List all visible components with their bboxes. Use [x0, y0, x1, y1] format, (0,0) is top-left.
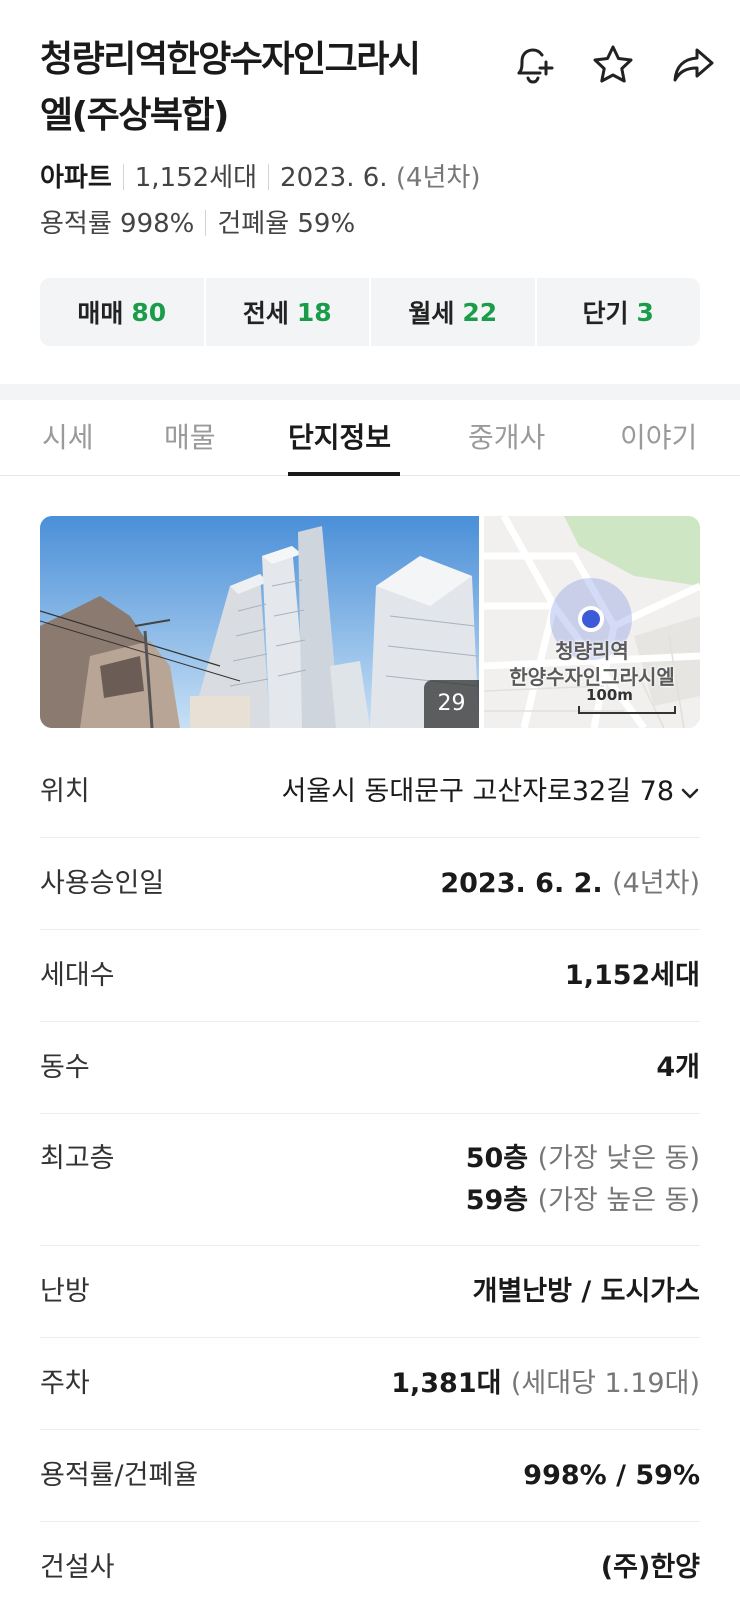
- floor-note: (가장 낮은 동): [537, 1143, 700, 1174]
- info-row-approval-date: 사용승인일 2023. 6. 2. (4년차): [40, 838, 700, 930]
- info-label: 위치: [40, 776, 90, 807]
- highest-building-floors: 59층 (가장 높은 동): [466, 1180, 700, 1222]
- bell-plus-icon[interactable]: [506, 38, 560, 92]
- tab-stories[interactable]: 이야기: [620, 400, 697, 476]
- building-type: 아파트: [40, 163, 112, 193]
- chevron-down-icon: [681, 788, 699, 798]
- header: 청량리역한양수자인그라시 엘(주상복합): [40, 32, 720, 142]
- info-label: 동수: [40, 1052, 90, 1083]
- completion-date: 2023. 6.: [280, 163, 388, 193]
- deal-count: 80: [131, 297, 167, 327]
- deal-label: 월세: [408, 299, 455, 328]
- deal-counts: 매매 80 전세 18 월세 22 단기 3: [40, 278, 700, 346]
- title-line-2: 엘(주상복합): [40, 95, 230, 136]
- tab-price[interactable]: 시세: [42, 400, 94, 476]
- info-row-ratio: 용적률/건폐율 998% / 59%: [40, 1430, 700, 1522]
- deal-count: 3: [636, 297, 654, 327]
- floor-count: 59층: [465, 1185, 529, 1216]
- deal-monthly-button[interactable]: 월세 22: [369, 278, 535, 346]
- approval-date: 2023. 6. 2.: [440, 868, 603, 899]
- info-row-location[interactable]: 위치 서울시 동대문구 고산자로32길 78: [40, 746, 700, 838]
- tab-complex-info[interactable]: 단지정보: [288, 400, 391, 476]
- active-tab-indicator: [288, 472, 400, 476]
- deal-label: 단기: [582, 299, 629, 328]
- star-icon[interactable]: [586, 38, 640, 92]
- section-divider: [0, 384, 740, 400]
- media-gallery: 29 청량리역 한양수자인그라시엘 100m: [40, 516, 700, 728]
- approval-age: (4년차): [612, 868, 700, 899]
- info-value: 1,152세대: [564, 960, 700, 991]
- deal-label: 전세: [242, 299, 289, 328]
- deal-label: 매매: [77, 299, 124, 328]
- summary-line-1: 아파트 1,152세대 2023. 6. (4년차): [40, 158, 481, 198]
- household-count: 1,152세대: [134, 163, 258, 193]
- info-label: 난방: [40, 1276, 90, 1307]
- title-line-1: 청량리역한양수자인그라시: [40, 39, 421, 80]
- info-row-heating: 난방 개별난방 / 도시가스: [40, 1246, 700, 1338]
- page-title: 청량리역한양수자인그라시 엘(주상복합): [40, 32, 480, 144]
- info-label: 최고층: [40, 1143, 115, 1174]
- address-text: 서울시 동대문구 고산자로32길 78: [281, 776, 674, 807]
- info-value: 998% / 59%: [523, 1460, 700, 1491]
- deal-short-term-button[interactable]: 단기 3: [534, 278, 701, 346]
- lowest-building-floors: 50층 (가장 낮은 동): [466, 1138, 700, 1180]
- deal-jeonse-button[interactable]: 전세 18: [203, 278, 370, 346]
- info-label: 건설사: [40, 1552, 115, 1583]
- info-label: 주차: [40, 1368, 90, 1399]
- share-icon[interactable]: [666, 38, 720, 92]
- location-map[interactable]: 청량리역 한양수자인그라시엘 100m: [483, 516, 700, 728]
- info-label: 사용승인일: [40, 868, 165, 899]
- floor-count: 50층: [465, 1143, 529, 1174]
- parking-per-household: (세대당 1.19대): [510, 1368, 700, 1399]
- photo-count-badge: 29: [424, 680, 479, 728]
- info-row-buildings: 동수 4개: [40, 1022, 700, 1114]
- tab-agents[interactable]: 중개사: [468, 400, 545, 476]
- building-age: (4년차): [395, 163, 481, 193]
- map-label-line-1: 청량리역: [555, 639, 629, 663]
- header-actions: [506, 38, 720, 92]
- info-row-floors: 최고층 50층 (가장 낮은 동) 59층 (가장 높은 동): [40, 1114, 700, 1246]
- floor-area-ratio: 용적률 998%: [40, 209, 195, 239]
- info-value: 50층 (가장 낮은 동) 59층 (가장 높은 동): [466, 1138, 700, 1222]
- info-value: (주)한양: [600, 1552, 700, 1583]
- floor-note: (가장 높은 동): [537, 1185, 700, 1216]
- complex-photo[interactable]: 29: [40, 516, 479, 728]
- info-label: 세대수: [40, 960, 115, 991]
- parking-count: 1,381대: [391, 1368, 502, 1399]
- map-scale-bar: [578, 706, 676, 714]
- tab-bar: 시세 매물 단지정보 중개사 이야기: [0, 400, 740, 476]
- info-row-parking: 주차 1,381대 (세대당 1.19대): [40, 1338, 700, 1430]
- info-label: 용적률/건폐율: [40, 1460, 199, 1491]
- info-value: 2023. 6. 2. (4년차): [440, 838, 700, 930]
- address-value: 서울시 동대문구 고산자로32길 78: [281, 746, 700, 838]
- building-coverage-ratio: 건폐율 59%: [217, 209, 356, 239]
- info-value: 1,381대 (세대당 1.19대): [391, 1338, 700, 1430]
- info-value: 개별난방 / 도시가스: [472, 1276, 700, 1307]
- deal-sale-button[interactable]: 매매 80: [40, 278, 204, 346]
- info-row-builder: 건설사 (주)한양: [40, 1522, 700, 1611]
- info-row-households: 세대수 1,152세대: [40, 930, 700, 1022]
- deal-count: 18: [296, 297, 332, 327]
- tab-listings[interactable]: 매물: [164, 400, 216, 476]
- complex-info-list: 위치 서울시 동대문구 고산자로32길 78 사용승인일 2023. 6. 2.…: [40, 746, 700, 1611]
- deal-count: 22: [462, 297, 498, 327]
- map-scale-text: 100m: [586, 686, 633, 704]
- info-value: 4개: [656, 1052, 700, 1083]
- summary-line-2: 용적률 998% 건폐율 59%: [40, 204, 355, 244]
